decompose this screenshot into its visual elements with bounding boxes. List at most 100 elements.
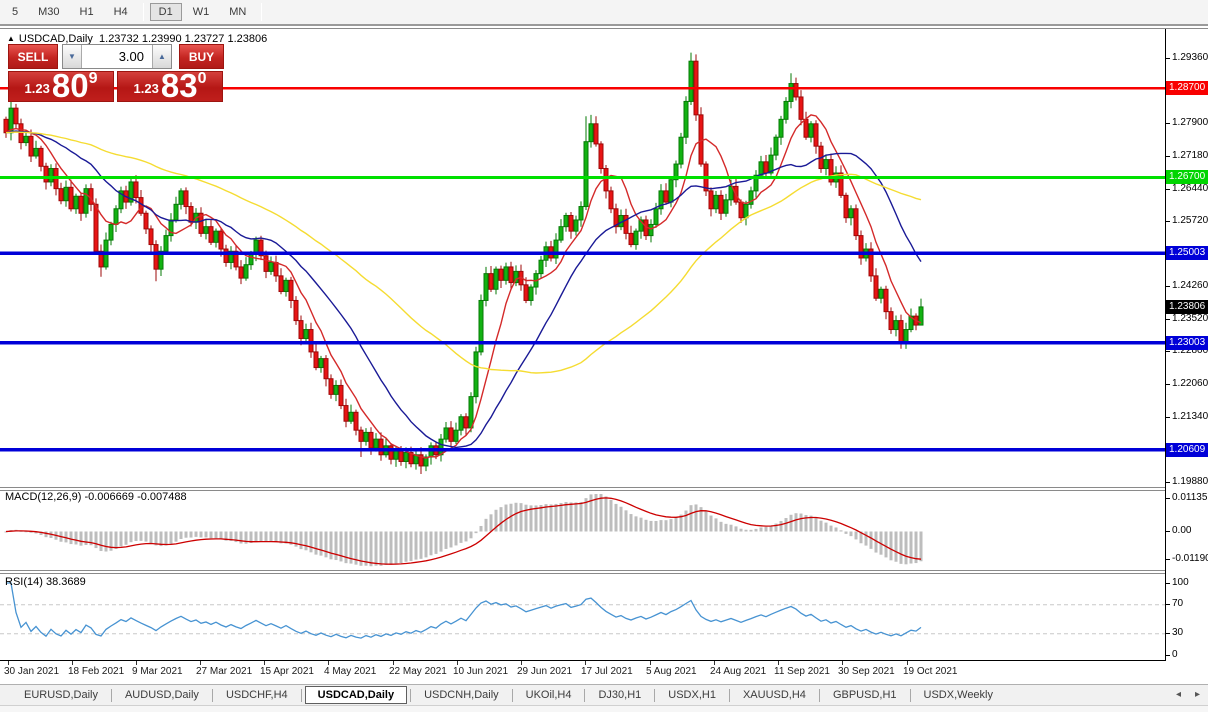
candle	[568, 211, 574, 239]
candle	[773, 134, 779, 161]
candle	[808, 121, 814, 143]
chart-tab-usdcad[interactable]: USDCAD,Daily	[304, 686, 408, 704]
macd-histogram	[4, 494, 923, 567]
candle	[153, 240, 159, 282]
candle	[783, 97, 789, 124]
tab-separator	[654, 688, 656, 702]
candle	[708, 187, 714, 217]
time-axis-tick	[457, 661, 458, 665]
macd-axis-label: -0.011904	[1166, 553, 1208, 564]
candle	[273, 255, 279, 282]
chart-tab-usdx[interactable]: USDX,Weekly	[914, 686, 1003, 704]
chart-tab-dj30[interactable]: DJ30,H1	[588, 686, 651, 704]
candle	[713, 191, 719, 214]
volume-increase-button[interactable]: ▲	[152, 45, 171, 68]
buy-button[interactable]: BUY	[179, 44, 224, 69]
price-axis-label: 1.25720	[1166, 215, 1208, 226]
timeframe-button-m30[interactable]: M30	[29, 3, 68, 21]
candle	[893, 315, 899, 337]
candle	[323, 355, 329, 387]
chart-tab-usdcnh[interactable]: USDCNH,Daily	[414, 686, 509, 704]
candle	[618, 209, 624, 231]
candle	[623, 208, 629, 240]
chart-tab-xauusd[interactable]: XAUUSD,H4	[733, 686, 816, 704]
buy-price-display[interactable]: 1.23 83 0	[117, 69, 223, 102]
chart-tab-ukoil[interactable]: UKOil,H4	[516, 686, 582, 704]
candle	[493, 266, 499, 295]
rsi-axis-label: 100	[1166, 577, 1189, 588]
candle	[3, 116, 9, 138]
volume-field[interactable]: 3.00	[82, 45, 152, 68]
volume-decrease-button[interactable]: ▼	[63, 45, 82, 68]
candle	[453, 422, 459, 445]
chart-tab-audusd[interactable]: AUDUSD,Daily	[115, 686, 209, 704]
timeframe-button-h4[interactable]: H4	[105, 3, 137, 21]
candle	[573, 215, 579, 236]
candle	[73, 193, 79, 214]
chart-tab-usdchf[interactable]: USDCHF,H4	[216, 686, 298, 704]
candle	[173, 196, 179, 223]
buy-price-prefix: 1.23	[133, 81, 159, 96]
tab-scroll-right-icon[interactable]: ▸	[1195, 689, 1200, 700]
timeframe-button-mn[interactable]: MN	[220, 3, 255, 21]
candle	[288, 276, 294, 309]
volume-stepper: ▼ 3.00 ▲	[62, 44, 172, 69]
chart-tab-usdx[interactable]: USDX,H1	[658, 686, 726, 704]
candle	[98, 244, 104, 277]
candle	[648, 219, 654, 243]
candle	[258, 235, 264, 261]
candle	[168, 213, 174, 242]
price-badge-1.20609: 1.20609	[1166, 442, 1208, 457]
candle	[443, 421, 449, 443]
tab-scroll-left-icon[interactable]: ◂	[1176, 689, 1181, 700]
time-axis-line	[0, 660, 1166, 661]
candle	[558, 219, 564, 243]
sell-price-display[interactable]: 1.23 80 9	[8, 69, 114, 102]
tab-separator	[818, 688, 820, 702]
macd-indicator-label: MACD(12,26,9) -0.006669 -0.007488	[5, 491, 187, 503]
macd-axis-label: 0.01135	[1166, 492, 1207, 503]
candle	[848, 205, 854, 226]
candle	[203, 219, 209, 240]
timeframe-button-h1[interactable]: H1	[71, 3, 103, 21]
price-axis-label: 1.29360	[1166, 52, 1208, 63]
candle	[503, 262, 509, 285]
candle	[533, 270, 539, 295]
chart-tab-gbpusd[interactable]: GBPUSD,H1	[823, 686, 907, 704]
candle	[183, 187, 189, 215]
time-axis-tick	[585, 661, 586, 665]
chart-tab-bar: EURUSD,Daily AUDUSD,Daily USDCHF,H4 USDCAD,…	[0, 684, 1208, 705]
toolbar-separator	[261, 3, 263, 21]
candle	[378, 432, 384, 461]
price-axis-label: 1.27900	[1166, 117, 1208, 128]
timeframe-button-w1[interactable]: W1	[184, 3, 219, 21]
timeframe-toolbar: 5 M30 H1 H4 D1 W1 MN	[0, 0, 1208, 26]
time-axis-label: 5 Aug 2021	[646, 666, 697, 677]
candle	[628, 225, 634, 248]
candle	[778, 115, 784, 145]
timeframe-button-5[interactable]: 5	[3, 3, 27, 21]
candle	[118, 186, 124, 214]
candle	[383, 438, 389, 458]
time-axis-label: 15 Apr 2021	[260, 666, 314, 677]
candle	[633, 228, 639, 250]
candle	[673, 160, 679, 188]
candle	[38, 145, 44, 172]
time-axis-tick	[8, 661, 9, 665]
candle	[148, 225, 154, 253]
chart-tab-eurusd[interactable]: EURUSD,Daily	[14, 686, 108, 704]
candle	[473, 346, 479, 404]
candle	[53, 163, 59, 196]
tab-separator	[511, 688, 513, 702]
candle	[888, 307, 894, 334]
candle	[563, 212, 569, 232]
time-axis-tick	[778, 661, 779, 665]
rsi-pane[interactable]	[0, 574, 1165, 660]
candle	[438, 433, 444, 462]
candle	[463, 413, 469, 436]
timeframe-button-d1[interactable]: D1	[149, 3, 182, 21]
candle	[698, 107, 704, 167]
candle	[208, 219, 214, 246]
tab-separator	[909, 688, 911, 702]
sell-button[interactable]: SELL	[8, 44, 58, 69]
